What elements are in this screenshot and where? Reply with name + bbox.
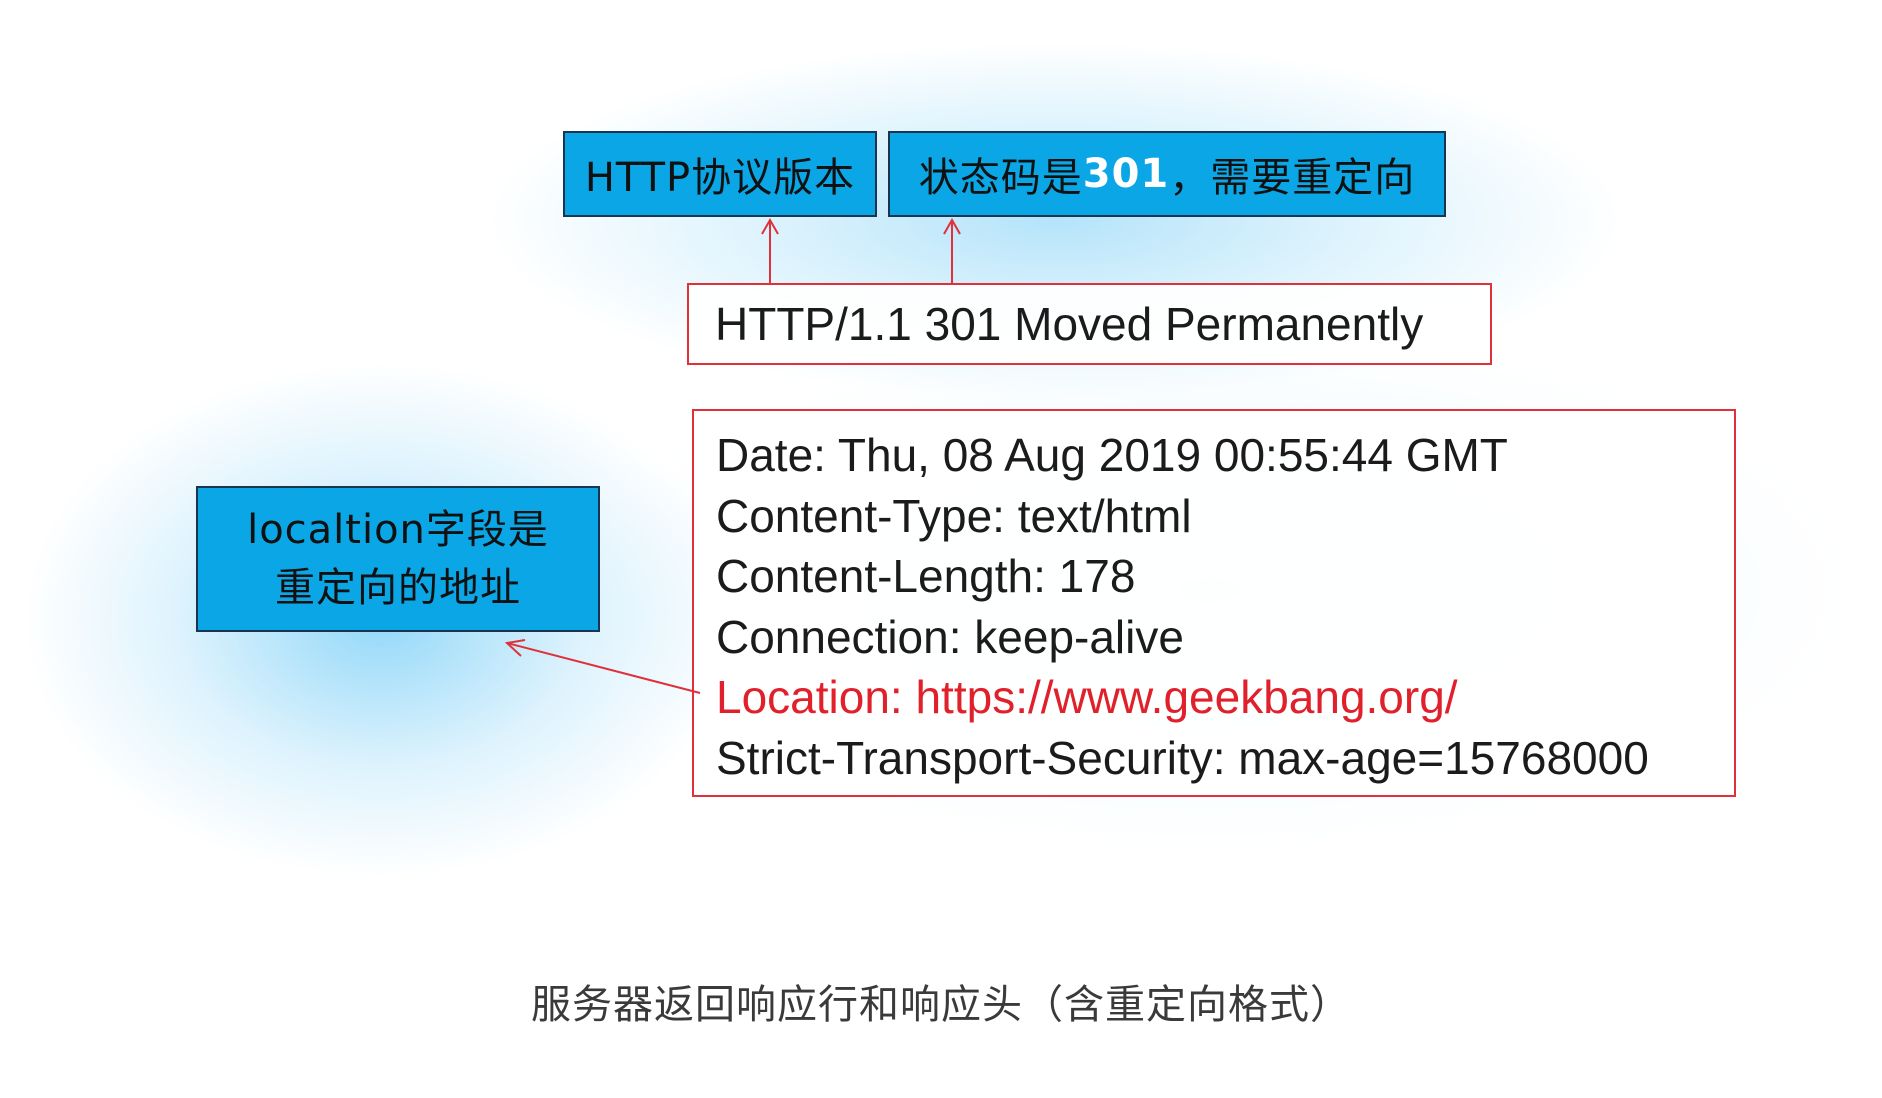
status-line-box: HTTP/1.1 301 Moved Permanently xyxy=(687,283,1492,365)
header-location: Location: https://www.geekbang.org/ xyxy=(716,671,1458,723)
arrow-to-http-version xyxy=(761,217,779,283)
header-connection: Connection: keep-alive xyxy=(716,610,1184,663)
header-content-type: Content-Type: text/html xyxy=(716,489,1192,542)
location-label-line1: localtion字段是 xyxy=(247,507,549,553)
header-date: Date: Thu, 08 Aug 2019 00:55:44 GMT xyxy=(716,429,1508,481)
status-suffix-text: ，需要重定向 xyxy=(1169,155,1416,201)
location-field-label: localtion字段是 重定向的地址 xyxy=(196,486,600,632)
status-line-text: HTTP/1.1 301 Moved Permanently xyxy=(715,298,1424,350)
status-number-text: 301 xyxy=(1082,151,1170,197)
status-code-label: 状态码是 301 ，需要重定向 xyxy=(888,131,1446,217)
http-version-text: HTTP协议版本 xyxy=(584,155,856,201)
http-version-label: HTTP协议版本 xyxy=(563,131,877,217)
header-strict-transport-security: Strict-Transport-Security: max-age=15768… xyxy=(716,731,1649,784)
location-label-line2: 重定向的地址 xyxy=(275,565,521,611)
arrow-to-location-label xyxy=(504,639,701,694)
header-content-length: Content-Length: 178 xyxy=(716,550,1136,602)
arrow-to-status-code xyxy=(943,217,961,283)
figure-caption: 服务器返回响应行和响应头（含重定向格式） xyxy=(531,982,1351,1028)
status-prefix-text: 状态码是 xyxy=(918,155,1083,201)
response-headers-box: Date: Thu, 08 Aug 2019 00:55:44 GMT Cont… xyxy=(692,409,1736,797)
